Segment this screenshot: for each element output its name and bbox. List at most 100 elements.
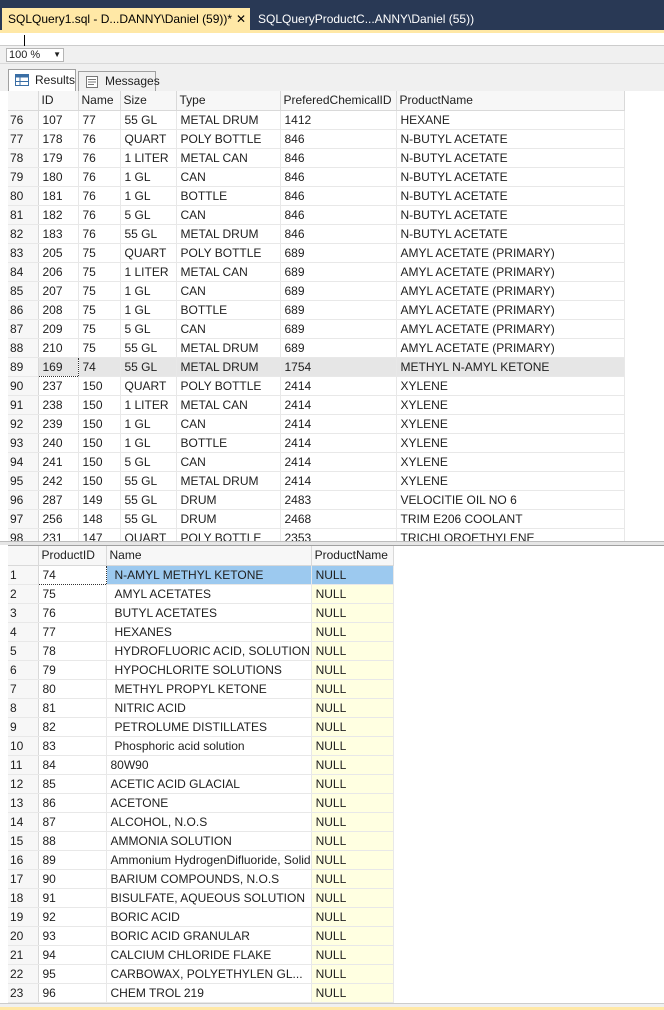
table-cell[interactable]: 5 GL <box>120 319 177 339</box>
table-cell[interactable]: NULL <box>311 964 394 984</box>
table-row[interactable]: 91 238 150 1 LITER METAL CAN 2414 XYLENE <box>8 395 625 415</box>
table-cell[interactable]: METHYL N-AMYL KETONE <box>396 357 625 377</box>
results-grid-1[interactable]: ID Name Size Type PreferedChemicalID ProductN… <box>8 91 664 541</box>
row-number[interactable]: 86 <box>8 300 39 320</box>
table-row[interactable]: 97 256 148 55 GL DRUM 2468 TRIM E206 COOLANT <box>8 509 625 529</box>
row-number[interactable]: 85 <box>8 281 39 301</box>
table-cell[interactable]: METAL DRUM <box>176 471 281 491</box>
table-row[interactable]: 7 80 METHYL PROPYL KETONE NULL <box>8 679 394 699</box>
table-cell[interactable]: 1 GL <box>120 167 177 187</box>
table-cell[interactable]: 846 <box>280 186 397 206</box>
table-cell[interactable]: 75 <box>78 338 121 358</box>
table-cell[interactable]: 5 GL <box>120 205 177 225</box>
table-cell[interactable]: 150 <box>78 414 121 434</box>
table-cell[interactable]: NULL <box>311 983 394 1003</box>
table-row[interactable]: 20 93 BORIC ACID GRANULAR NULL <box>8 926 394 946</box>
table-cell[interactable]: 76 <box>78 205 121 225</box>
table-cell[interactable]: 846 <box>280 148 397 168</box>
table-cell[interactable]: PETROLUME DISTILLATES <box>106 717 312 737</box>
query-editor[interactable] <box>0 33 664 46</box>
table-cell[interactable]: N-BUTYL ACETATE <box>396 224 625 244</box>
row-number[interactable]: 95 <box>8 471 39 491</box>
table-row[interactable]: 8 81 NITRIC ACID NULL <box>8 698 394 718</box>
table-cell[interactable]: 846 <box>280 167 397 187</box>
table-cell[interactable]: 1 LITER <box>120 148 177 168</box>
table-cell[interactable]: 689 <box>280 243 397 263</box>
table-row[interactable]: 10 83 Phosphoric acid solution NULL <box>8 736 394 756</box>
table-cell[interactable]: 242 <box>38 471 79 491</box>
table-cell[interactable]: AMMONIA SOLUTION <box>106 831 312 851</box>
table-row[interactable]: 83 205 75 QUART POLY BOTTLE 689 AMYL ACETATE (… <box>8 243 625 263</box>
table-cell[interactable]: 96 <box>38 983 107 1003</box>
table-row[interactable]: 14 87 ALCOHOL, N.O.S NULL <box>8 812 394 832</box>
table-cell[interactable]: 77 <box>38 622 107 642</box>
table-row[interactable]: 16 89 Ammonium HydrogenDifluoride, Solid NU… <box>8 850 394 870</box>
row-number[interactable]: 3 <box>8 603 39 623</box>
row-number[interactable]: 4 <box>8 622 39 642</box>
zoom-select[interactable]: 100 % ▼ <box>6 48 64 62</box>
table-cell[interactable]: NULL <box>311 793 394 813</box>
table-cell[interactable]: 75 <box>38 584 107 604</box>
table-cell[interactable]: 55 GL <box>120 224 177 244</box>
table-row[interactable]: 77 178 76 QUART POLY BOTTLE 846 N-BUTYL ACETAT… <box>8 129 625 149</box>
table-cell[interactable]: 75 <box>78 243 121 263</box>
row-number[interactable]: 93 <box>8 433 39 453</box>
row-number[interactable]: 10 <box>8 736 39 756</box>
table-cell[interactable]: NULL <box>311 660 394 680</box>
row-number[interactable]: 19 <box>8 907 39 927</box>
table-cell[interactable]: 2414 <box>280 452 397 472</box>
table-cell[interactable]: QUART <box>120 243 177 263</box>
table-cell[interactable]: 182 <box>38 205 79 225</box>
table-row[interactable]: 5 78 HYDROFLUORIC ACID, SOLUTION NULL <box>8 641 394 661</box>
row-number[interactable]: 76 <box>8 110 39 130</box>
row-number[interactable]: 23 <box>8 983 39 1003</box>
grid2-column-header[interactable] <box>8 546 39 566</box>
table-cell[interactable]: 205 <box>38 243 79 263</box>
table-cell[interactable]: AMYL ACETATE (PRIMARY) <box>396 300 625 320</box>
table-cell[interactable]: METAL CAN <box>176 395 281 415</box>
table-row[interactable]: 1 74 N-AMYL METHYL KETONE NULL <box>8 564 394 585</box>
row-number[interactable]: 12 <box>8 774 39 794</box>
table-row[interactable]: 94 241 150 5 GL CAN 2414 XYLENE <box>8 452 625 472</box>
table-row[interactable]: 84 206 75 1 LITER METAL CAN 689 AMYL ACETATE (… <box>8 262 625 282</box>
row-number[interactable]: 90 <box>8 376 39 396</box>
table-row[interactable]: 82 183 76 55 GL METAL DRUM 846 N-BUTYL ACETATE <box>8 224 625 244</box>
row-number[interactable]: 20 <box>8 926 39 946</box>
table-cell[interactable]: AMYL ACETATE (PRIMARY) <box>396 338 625 358</box>
table-row[interactable]: 95 242 150 55 GL METAL DRUM 2414 XYLENE <box>8 471 625 491</box>
table-row[interactable]: 87 209 75 5 GL CAN 689 AMYL ACETATE (PRIMARY) <box>8 319 625 339</box>
row-number[interactable]: 89 <box>8 357 39 377</box>
row-number[interactable]: 11 <box>8 755 39 775</box>
table-cell[interactable]: NULL <box>311 565 394 585</box>
table-cell[interactable]: 846 <box>280 129 397 149</box>
table-cell[interactable]: METAL DRUM <box>176 338 281 358</box>
grid1-column-header[interactable]: Type <box>176 91 281 111</box>
table-cell[interactable]: CAN <box>176 414 281 434</box>
table-row[interactable]: 4 77 HEXANES NULL <box>8 622 394 642</box>
table-cell[interactable]: NULL <box>311 736 394 756</box>
table-cell[interactable]: N-BUTYL ACETATE <box>396 148 625 168</box>
table-cell[interactable]: 75 <box>78 319 121 339</box>
table-cell[interactable]: 84 <box>38 755 107 775</box>
table-cell[interactable]: NULL <box>311 717 394 737</box>
table-cell[interactable]: 1 LITER <box>120 262 177 282</box>
close-icon[interactable]: ✕ <box>236 8 246 30</box>
table-cell[interactable]: BARIUM COMPOUNDS, N.O.S <box>106 869 312 889</box>
table-cell[interactable]: Ammonium HydrogenDifluoride, Solid <box>106 850 312 870</box>
table-cell[interactable]: 76 <box>78 148 121 168</box>
row-number[interactable]: 18 <box>8 888 39 908</box>
table-cell[interactable]: 76 <box>78 224 121 244</box>
table-cell[interactable]: 2353 <box>280 528 397 541</box>
table-cell[interactable]: BOTTLE <box>176 186 281 206</box>
table-cell[interactable]: 1 GL <box>120 433 177 453</box>
table-cell[interactable]: METAL DRUM <box>176 224 281 244</box>
table-cell[interactable]: HYDROFLUORIC ACID, SOLUTION <box>106 641 312 661</box>
table-cell[interactable]: 169 <box>37 356 79 377</box>
table-cell[interactable]: 689 <box>280 338 397 358</box>
table-row[interactable]: 86 208 75 1 GL BOTTLE 689 AMYL ACETATE (PRIMAR… <box>8 300 625 320</box>
table-cell[interactable]: 85 <box>38 774 107 794</box>
row-number[interactable]: 98 <box>8 528 39 541</box>
grid1-column-header[interactable] <box>8 91 39 111</box>
table-cell[interactable]: NULL <box>311 641 394 661</box>
table-cell[interactable]: 75 <box>78 300 121 320</box>
